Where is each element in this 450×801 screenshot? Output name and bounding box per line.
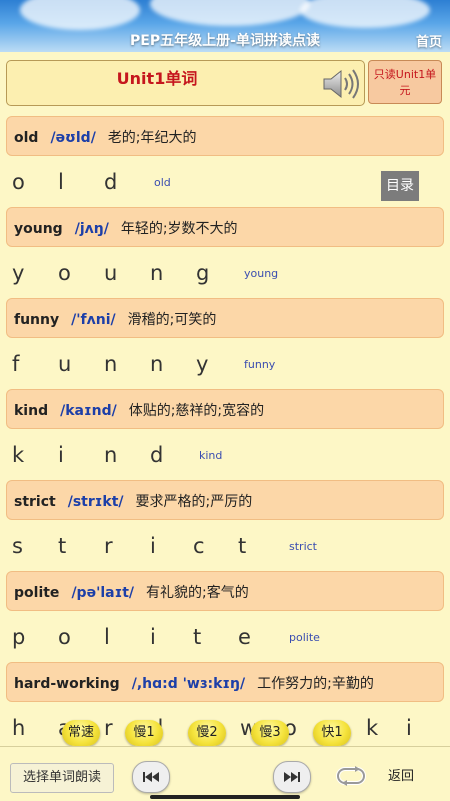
spelling-letter[interactable]: d bbox=[150, 443, 163, 467]
word-phonetic: /kaɪnd/ bbox=[60, 403, 117, 419]
bottom-bar: 选择单词朗读 返回 bbox=[0, 746, 450, 801]
spelling-letter[interactable]: t bbox=[193, 625, 201, 649]
only-read-label-line2: 元 bbox=[399, 84, 411, 97]
word-phonetic: /strɪkt/ bbox=[67, 494, 124, 510]
word-row[interactable]: polite/pə'laɪt/有礼貌的;客气的 bbox=[6, 571, 444, 611]
spelling-word[interactable]: funny bbox=[244, 358, 275, 371]
spelling-letter[interactable]: y bbox=[196, 352, 208, 376]
spelling-row[interactable]: p o l i t e polite bbox=[0, 613, 450, 663]
word-meaning: 体贴的;慈祥的;宽容的 bbox=[128, 403, 265, 419]
spelling-letter[interactable]: c bbox=[193, 534, 205, 558]
spelling-letter[interactable]: i bbox=[150, 625, 156, 649]
spelling-letter[interactable]: s bbox=[12, 534, 23, 558]
word-text: polite bbox=[14, 585, 60, 601]
spelling-letter[interactable]: n bbox=[104, 352, 117, 376]
word-phonetic: /əʊld/ bbox=[50, 130, 96, 146]
word-text: hard-working bbox=[14, 676, 120, 692]
home-indicator bbox=[150, 795, 300, 799]
word-meaning: 有礼貌的;客气的 bbox=[146, 585, 249, 601]
spelling-letter[interactable]: g bbox=[196, 261, 209, 285]
spelling-row[interactable]: y o u n g young bbox=[0, 249, 450, 299]
word-text: old bbox=[14, 130, 39, 146]
speed-fast1-button[interactable]: 快1 bbox=[313, 720, 351, 746]
spelling-letter[interactable]: i bbox=[58, 443, 64, 467]
spelling-word[interactable]: kind bbox=[199, 449, 222, 462]
spelling-letter[interactable]: n bbox=[150, 261, 163, 285]
word-phonetic: /,hɑ:d 'wɜ:kɪŋ/ bbox=[131, 676, 246, 692]
spelling-word[interactable]: old bbox=[154, 176, 171, 189]
word-row[interactable]: funny /'fʌni/滑稽的;可笑的 bbox=[6, 298, 444, 338]
word-meaning: 要求严格的;严厉的 bbox=[135, 494, 253, 510]
choose-words-button[interactable]: 选择单词朗读 bbox=[10, 763, 114, 793]
only-read-unit-button[interactable]: 只读Unit1单 元 bbox=[368, 60, 442, 104]
spelling-letter[interactable]: n bbox=[104, 443, 117, 467]
speed-slow2-button[interactable]: 慢2 bbox=[188, 720, 226, 746]
spelling-row[interactable]: f u n n y funny bbox=[0, 340, 450, 390]
spelling-word[interactable]: polite bbox=[289, 631, 320, 644]
word-row[interactable]: strict/strɪkt/要求严格的;严厉的 bbox=[6, 480, 444, 520]
spelling-letter[interactable]: i bbox=[150, 534, 156, 558]
spelling-letter[interactable]: e bbox=[238, 625, 251, 649]
app-title: PEP五年级上册-单词拼读点读 bbox=[130, 33, 320, 49]
speaker-icon[interactable] bbox=[321, 67, 361, 101]
word-phonetic: /pə'laɪt/ bbox=[71, 585, 135, 601]
word-phonetic: /jʌŋ/ bbox=[74, 221, 109, 237]
spelling-letter[interactable]: l bbox=[104, 625, 110, 649]
speed-normal-button[interactable]: 常速 bbox=[62, 720, 100, 746]
word-row[interactable]: kind/kaɪnd/体贴的;慈祥的;宽容的 bbox=[6, 389, 444, 429]
spelling-word[interactable]: young bbox=[244, 267, 278, 280]
word-meaning: 年轻的;岁数不大的 bbox=[120, 221, 238, 237]
speed-slow3-button[interactable]: 慢3 bbox=[251, 720, 289, 746]
back-button[interactable]: 返回 bbox=[388, 765, 414, 784]
word-text: young bbox=[14, 221, 63, 237]
unit-header: Unit1单词 bbox=[6, 60, 365, 106]
prev-button[interactable] bbox=[132, 761, 170, 793]
spelling-letter[interactable]: d bbox=[104, 170, 117, 194]
word-row[interactable]: young/jʌŋ/年轻的;岁数不大的 bbox=[6, 207, 444, 247]
spelling-letter[interactable]: t bbox=[58, 534, 66, 558]
unit-title: Unit1单词 bbox=[116, 69, 198, 88]
spelling-letter[interactable]: o bbox=[58, 625, 71, 649]
word-meaning: 老的;年纪大的 bbox=[107, 130, 197, 146]
speed-bar: 常速 慢1 慢2 慢3 快1 bbox=[0, 720, 450, 746]
spelling-letter[interactable]: u bbox=[104, 261, 117, 285]
word-phonetic: /'fʌni/ bbox=[71, 312, 116, 328]
word-text: kind bbox=[14, 403, 49, 419]
spelling-row[interactable]: k i n d kind bbox=[0, 431, 450, 481]
spelling-letter[interactable]: o bbox=[12, 170, 25, 194]
word-text: strict bbox=[14, 494, 56, 510]
spelling-letter[interactable]: n bbox=[150, 352, 163, 376]
only-read-label-line1: 只读Unit1单 bbox=[373, 68, 437, 81]
word-meaning: 工作努力的;辛勤的 bbox=[257, 676, 374, 692]
speed-slow1-button[interactable]: 慢1 bbox=[125, 720, 163, 746]
loop-icon[interactable] bbox=[335, 765, 367, 787]
word-row[interactable]: hard-working /,hɑ:d 'wɜ:kɪŋ/工作努力的;辛勤的 bbox=[6, 662, 444, 702]
word-meaning: 滑稽的;可笑的 bbox=[127, 312, 217, 328]
menu-button[interactable]: 目录 bbox=[381, 171, 419, 201]
spelling-letter[interactable]: u bbox=[58, 352, 71, 376]
spelling-letter[interactable]: o bbox=[58, 261, 71, 285]
prev-icon bbox=[143, 772, 159, 782]
spelling-letter[interactable]: f bbox=[12, 352, 19, 376]
spelling-letter[interactable]: l bbox=[58, 170, 64, 194]
spelling-letter[interactable]: y bbox=[12, 261, 24, 285]
spelling-letter[interactable]: k bbox=[12, 443, 24, 467]
spelling-letter[interactable]: p bbox=[12, 625, 25, 649]
spelling-letter[interactable]: t bbox=[238, 534, 246, 558]
word-text: funny bbox=[14, 312, 60, 328]
next-button[interactable] bbox=[273, 761, 311, 793]
spelling-row[interactable]: s t r i c t strict bbox=[0, 522, 450, 572]
top-bar: PEP五年级上册-单词拼读点读 首页 bbox=[0, 0, 450, 52]
spelling-letter[interactable]: r bbox=[104, 534, 113, 558]
next-icon bbox=[284, 772, 300, 782]
spelling-word[interactable]: strict bbox=[289, 540, 317, 553]
word-row[interactable]: old/əʊld/老的;年纪大的 bbox=[6, 116, 444, 156]
home-button[interactable]: 首页 bbox=[416, 31, 442, 50]
